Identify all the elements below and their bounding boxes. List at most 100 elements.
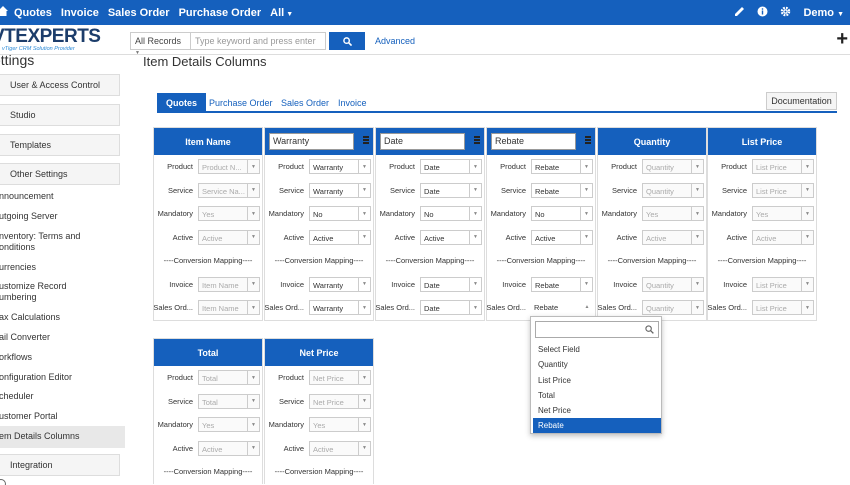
tab-purchase-order[interactable]: Purchase Order [209, 93, 273, 113]
row-label: Service [167, 396, 193, 406]
mandatory-row: Mandatory Yes ▼ [598, 202, 706, 226]
sidebar-templates[interactable]: Templates [0, 134, 120, 156]
dropdown-option[interactable]: Total [533, 388, 661, 403]
sidebar-item-item-details-columns[interactable]: em Details Columns [0, 426, 125, 448]
mandatory-select[interactable]: No ▼ [531, 206, 593, 221]
row-label: Product [167, 162, 193, 171]
active-select: Active ▼ [642, 229, 704, 245]
dropdown-option[interactable]: Net Price [533, 403, 661, 418]
sales-order-select[interactable]: Date ▼ [420, 300, 482, 315]
select-value: No [535, 210, 545, 219]
chevron-down-icon: ▼ [801, 183, 813, 197]
column-menu-icon[interactable] [585, 136, 591, 145]
column-menu-icon[interactable] [363, 136, 369, 145]
search-icon [645, 325, 654, 334]
sidebar-item-currencies[interactable]: urrencies [0, 262, 125, 273]
select-value: Total [202, 397, 218, 407]
service-row: Service List Price ▼ [708, 179, 816, 203]
invoice-select[interactable]: Rebate ▼ [531, 276, 593, 292]
nav-purchase-order[interactable]: Purchase Order [179, 7, 262, 19]
column-menu-icon[interactable] [474, 136, 480, 145]
search-input[interactable]: Type keyword and press enter [190, 32, 326, 50]
tab-quotes[interactable]: Quotes [157, 93, 207, 113]
sidebar-item-announcement[interactable]: nnouncement [0, 191, 125, 202]
dropdown-option-selected[interactable]: Rebate [533, 418, 661, 433]
advanced-search-link[interactable]: Advanced [375, 36, 415, 46]
sidebar-item-inventory-terms[interactable]: nventory: Terms and onditions [0, 231, 125, 253]
pencil-icon[interactable] [734, 6, 745, 20]
active-select[interactable]: Active ▼ [531, 229, 593, 245]
sales-order-select[interactable]: Rebate ▲ [531, 300, 593, 315]
dropdown-option[interactable]: List Price [533, 373, 661, 388]
nav-all[interactable]: All ▼ [270, 7, 302, 19]
home-icon[interactable] [0, 6, 8, 19]
active-select[interactable]: Active ▼ [309, 229, 371, 245]
search-module-select[interactable]: All Records ▼ [130, 32, 190, 56]
dropdown-option[interactable]: Quantity [533, 357, 661, 372]
chevron-down-icon: ▼ [135, 50, 140, 56]
column-label-input[interactable]: Rebate [491, 133, 576, 150]
product-select[interactable]: Warranty ▼ [309, 159, 371, 174]
user-menu[interactable]: Demo ▼ [803, 7, 844, 19]
sidebar-integration[interactable]: Integration [0, 454, 120, 476]
select-value: Quantity [646, 163, 674, 172]
info-icon[interactable] [757, 6, 768, 20]
product-row: Product Rebate ▼ [487, 155, 595, 179]
nav-invoice[interactable]: Invoice [61, 7, 99, 19]
chevron-down-icon: ▼ [580, 207, 592, 220]
select-value: Product N... [202, 163, 242, 172]
dropdown-search-input[interactable] [535, 321, 659, 338]
sidebar-item-customize-record-numbering[interactable]: ustomize Record umbering [0, 281, 125, 303]
sidebar-item-configuration-editor[interactable]: onfiguration Editor [0, 372, 125, 383]
invoice-select[interactable]: Warranty ▼ [309, 276, 371, 292]
invoice-select: List Price ▼ [752, 276, 814, 292]
column-warranty: Warranty Product Warranty ▼ Service Warrant… [264, 127, 374, 321]
sales-order-select[interactable]: Warranty ▼ [309, 300, 371, 315]
row-label: Product [278, 373, 304, 382]
mandatory-select[interactable]: No ▼ [309, 206, 371, 221]
sidebar-item-scheduler[interactable]: cheduler [0, 391, 125, 402]
column-label-input[interactable]: Date [380, 133, 465, 150]
product-select[interactable]: Date ▼ [420, 159, 482, 174]
sidebar-item-outgoing-server[interactable]: utgoing Server [0, 211, 125, 222]
quick-create-plus-icon[interactable]: + [836, 29, 848, 49]
help-circle-icon[interactable] [0, 479, 6, 485]
chevron-down-icon: ▼ [801, 160, 813, 173]
service-row: Service Quantity ▼ [598, 179, 706, 203]
product-select[interactable]: Rebate ▼ [531, 159, 593, 174]
column-label-input[interactable]: Warranty [269, 133, 354, 150]
sidebar-studio[interactable]: Studio [0, 104, 120, 126]
sidebar-item-tax-calculations[interactable]: ax Calculations [0, 312, 125, 323]
row-label: Service [167, 185, 193, 195]
mandatory-select[interactable]: No ▼ [420, 206, 482, 221]
sidebar-item-customer-portal[interactable]: ustomer Portal [0, 411, 125, 422]
active-select[interactable]: Active ▼ [420, 229, 482, 245]
search-button[interactable] [329, 32, 365, 50]
company-logo[interactable]: VTEXPERTS vTiger CRM Solution Provider [0, 27, 102, 53]
nav-sales-order[interactable]: Sales Order [108, 7, 170, 19]
sidebar-other-settings[interactable]: Other Settings [0, 163, 120, 185]
active-row: Active Active ▼ [265, 437, 373, 461]
chevron-down-icon: ▼ [247, 160, 259, 173]
service-row: Service Net Price ▼ [265, 390, 373, 414]
documentation-button[interactable]: Documentation [766, 92, 837, 110]
service-select[interactable]: Date ▼ [420, 182, 482, 198]
column-item-name: Item Name Product Product N... ▼ Service Se… [153, 127, 263, 321]
nav-quotes[interactable]: Quotes [14, 7, 52, 19]
sidebar-user-access-control[interactable]: User & Access Control [0, 74, 120, 96]
dropdown-option[interactable]: Select Field [533, 342, 661, 357]
invoice-select[interactable]: Date ▼ [420, 276, 482, 292]
product-row: Product Warranty ▼ [265, 155, 373, 179]
select-value: Active [646, 233, 667, 243]
service-select[interactable]: Warranty ▼ [309, 182, 371, 198]
tab-invoice[interactable]: Invoice [338, 93, 367, 113]
tab-sales-order[interactable]: Sales Order [281, 93, 329, 113]
select-value: List Price [756, 304, 787, 313]
sidebar-item-workflows[interactable]: orkflows [0, 352, 125, 363]
gear-icon[interactable] [780, 6, 791, 20]
sidebar-item-mail-converter[interactable]: ail Converter [0, 332, 125, 343]
service-select[interactable]: Rebate ▼ [531, 182, 593, 198]
global-search: All Records ▼ Type keyword and press ent… [130, 32, 415, 56]
chevron-down-icon: ▼ [469, 183, 481, 197]
user-name: Demo [803, 6, 834, 19]
